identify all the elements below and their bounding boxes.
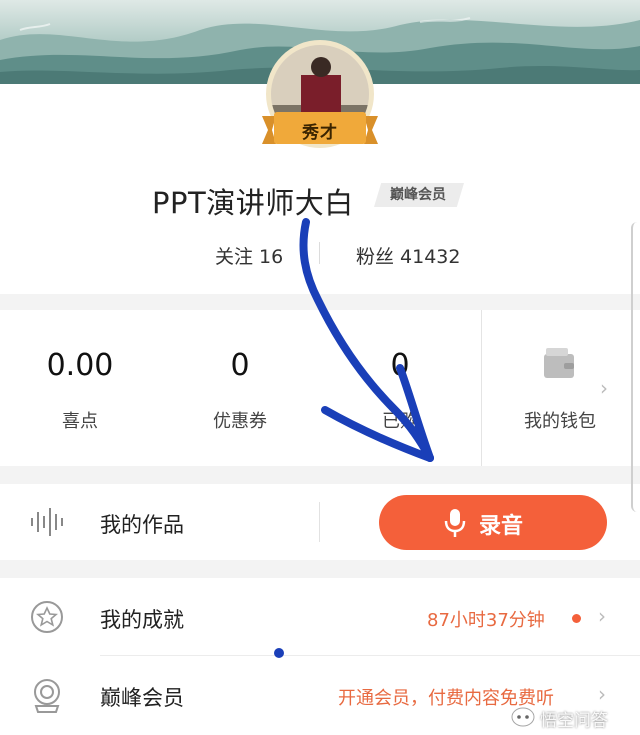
stat-label: 已购 <box>382 411 418 432</box>
works-divider <box>319 502 320 542</box>
wallet-card: 0.00 喜点 0 优惠券 0 已购 › 我的钱包 <box>0 310 640 466</box>
my-wallet-button[interactable]: › 我的钱包 <box>482 310 640 466</box>
microphone-icon <box>444 509 466 537</box>
wallet-icon <box>544 348 574 378</box>
chevron-right-icon: › <box>598 682 606 706</box>
membership-label: 巅峰会员 <box>100 686 184 710</box>
stat-value: 0.00 <box>46 348 114 383</box>
my-wallet-label: 我的钱包 <box>524 411 596 432</box>
vip-badge[interactable]: 巅峰会员 <box>374 183 464 207</box>
achievements-value: 87小时37分钟 <box>427 610 545 631</box>
achievements-label: 我的成就 <box>100 608 184 632</box>
chevron-right-icon: › <box>598 604 606 628</box>
watermark-logo-icon <box>511 707 535 727</box>
list-item-achievements[interactable]: 我的成就 87小时37分钟 › <box>0 578 640 656</box>
record-button[interactable]: 录音 <box>379 495 607 550</box>
stat-divider <box>319 242 320 264</box>
stat-value: 0 <box>390 348 410 383</box>
following-count[interactable]: 关注 16 <box>215 242 283 269</box>
works-card: 我的作品 录音 <box>0 484 640 560</box>
title-badge-text: 秀才 <box>302 123 338 143</box>
title-ribbon: 秀才 <box>262 112 378 148</box>
watermark-text: 悟空问答 <box>540 711 608 731</box>
username: PPT演讲师大白 <box>152 186 354 220</box>
stat-xidian[interactable]: 0.00 喜点 <box>0 310 160 466</box>
stat-purchased[interactable]: 0 已购 <box>320 310 480 466</box>
stat-label: 优惠券 <box>213 411 267 432</box>
medal-icon <box>34 679 60 713</box>
watermark: 悟空问答 <box>508 704 638 732</box>
stat-label: 喜点 <box>62 411 98 432</box>
edge-panel-handle[interactable] <box>631 222 640 512</box>
fans-count[interactable]: 粉丝 41432 <box>356 242 460 269</box>
notification-dot <box>572 614 581 623</box>
record-label: 录音 <box>479 514 524 539</box>
my-works-label[interactable]: 我的作品 <box>100 509 184 539</box>
waveform-icon <box>31 508 63 536</box>
star-badge-icon <box>31 601 63 633</box>
stat-coupons[interactable]: 0 优惠券 <box>160 310 320 466</box>
chevron-right-icon: › <box>600 376 608 400</box>
stat-value: 0 <box>230 348 250 383</box>
